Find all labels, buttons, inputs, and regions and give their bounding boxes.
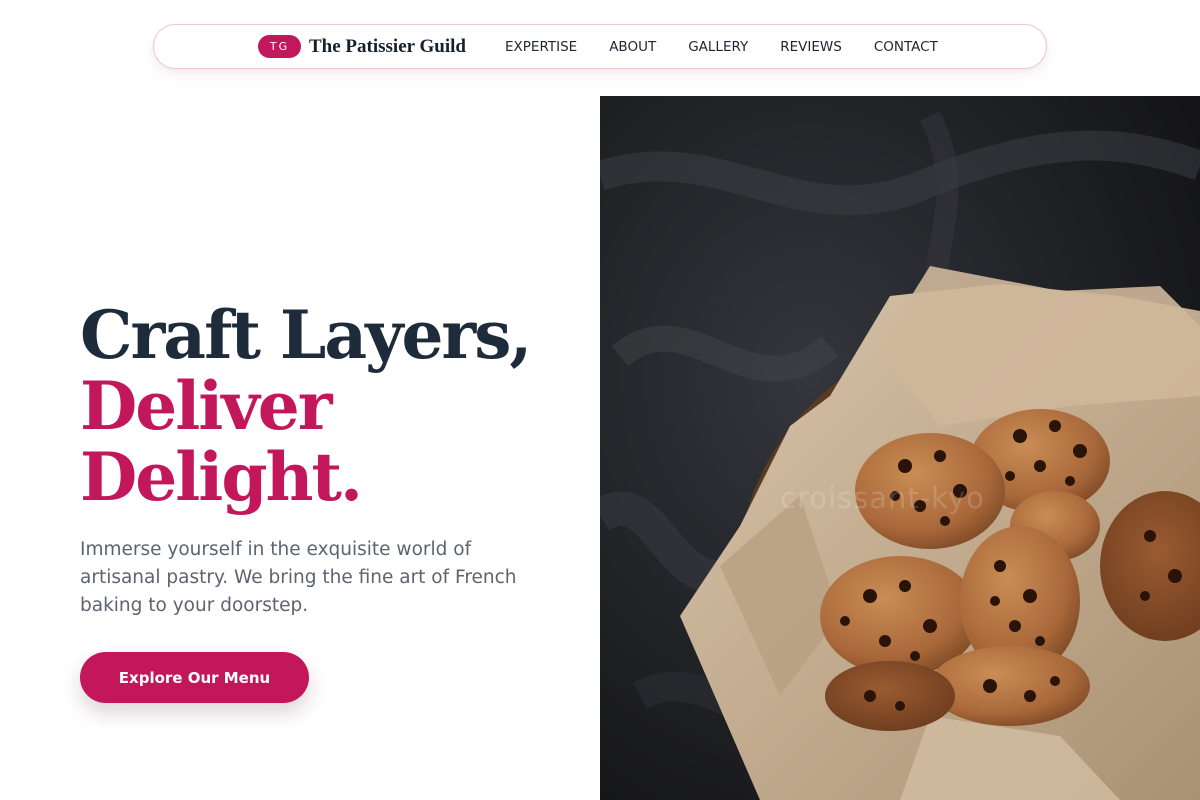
hero-headline: Craft Layers, Deliver Delight. bbox=[80, 300, 580, 513]
nav-link-reviews[interactable]: REVIEWS bbox=[780, 39, 842, 55]
photo-watermark: croissant-kyo bbox=[780, 481, 985, 515]
nav-link-expertise[interactable]: EXPERTISE bbox=[505, 39, 577, 55]
cookies-in-bowl-image: croissant-kyo bbox=[600, 96, 1200, 800]
top-navigation: TG The Patissier Guild EXPERTISE ABOUT G… bbox=[153, 24, 1047, 69]
nav-links: EXPERTISE ABOUT GALLERY REVIEWS CONTACT bbox=[505, 25, 938, 68]
headline-line-1: Craft Layers, bbox=[80, 296, 532, 374]
brand-badge: TG bbox=[258, 35, 301, 58]
nav-link-contact[interactable]: CONTACT bbox=[874, 39, 938, 55]
cookies-photo-illustration bbox=[600, 96, 1200, 800]
hero-description: Immerse yourself in the exquisite world … bbox=[80, 539, 517, 616]
headline-line-2: Deliver bbox=[80, 367, 332, 445]
brand-logo[interactable]: TG The Patissier Guild bbox=[258, 25, 466, 68]
explore-menu-button[interactable]: Explore Our Menu bbox=[80, 652, 309, 703]
nav-link-gallery[interactable]: GALLERY bbox=[688, 39, 748, 55]
brand-name: The Patissier Guild bbox=[309, 35, 466, 57]
nav-link-about[interactable]: ABOUT bbox=[609, 39, 656, 55]
headline-line-3: Delight. bbox=[80, 438, 363, 516]
hero-section: Craft Layers, Deliver Delight. Immerse y… bbox=[80, 300, 580, 620]
